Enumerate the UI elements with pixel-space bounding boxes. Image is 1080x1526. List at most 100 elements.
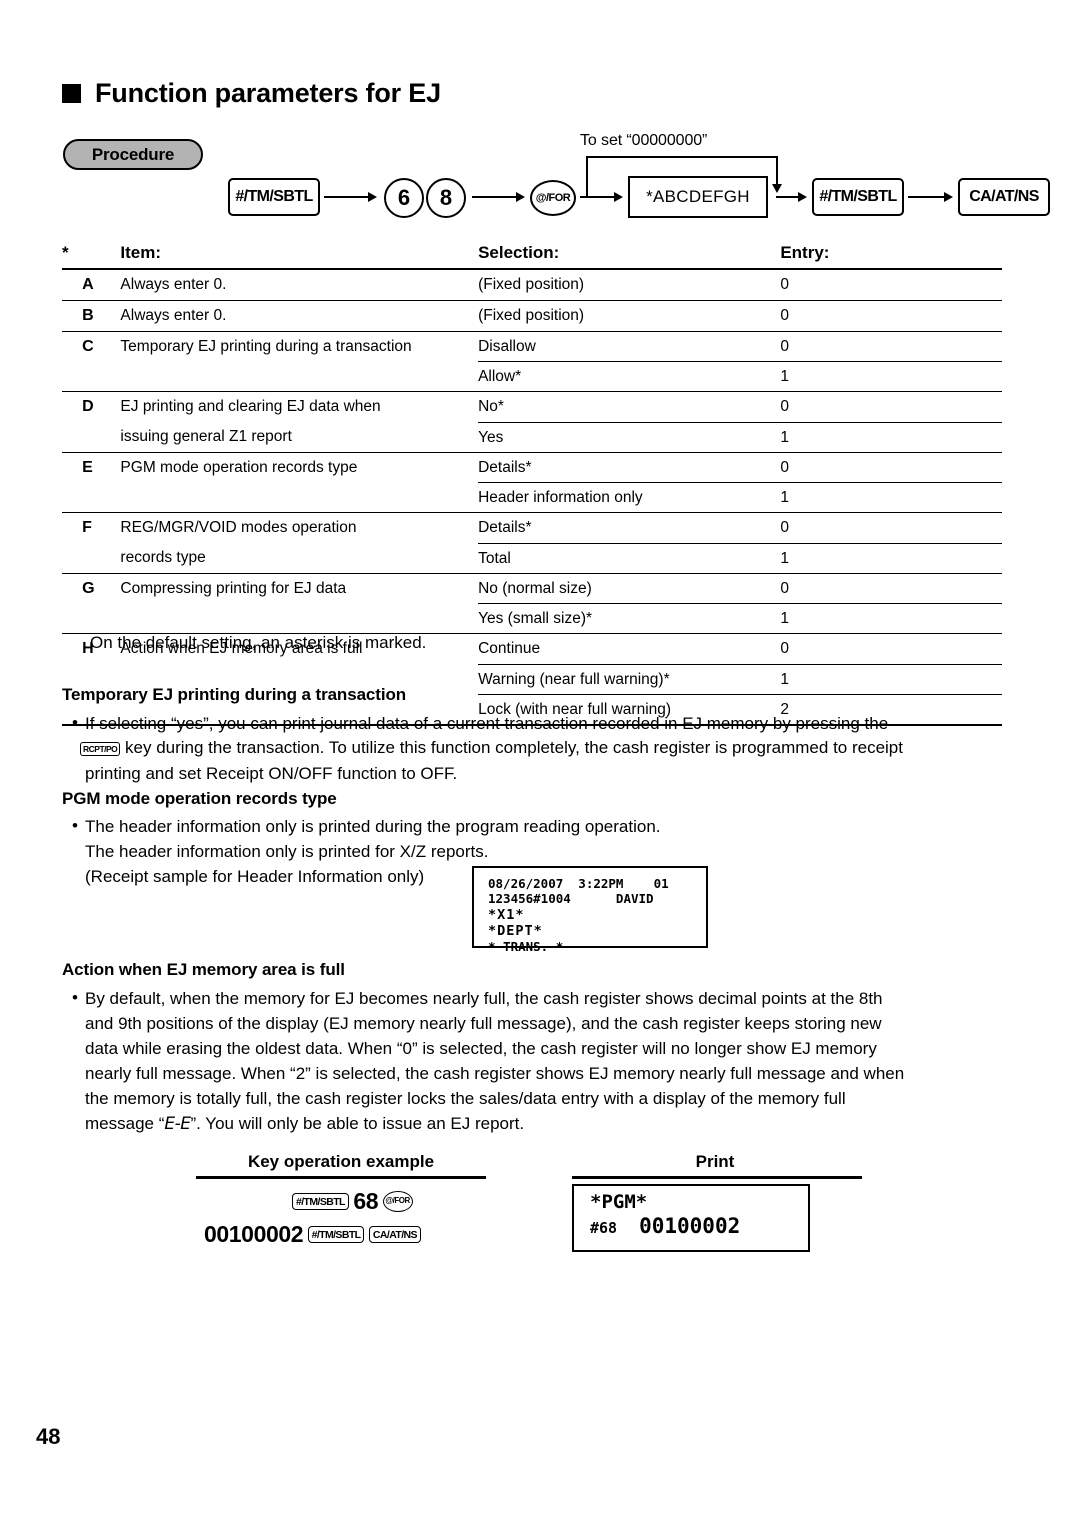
rcpt-po-key-icon: RCPT/PO [80, 742, 121, 756]
section-title-memory-full: Action when EJ memory area is full [62, 960, 345, 979]
key-at-for-row1: @/FOR [382, 1191, 413, 1212]
flow-key-6: 6 [384, 178, 424, 218]
procedure-flow-diagram: #/TM/SBTL 6 8 @/FOR To set “00000000” *A… [228, 132, 1050, 228]
paragraph-pgm-line2: The header information only is printed f… [85, 842, 489, 861]
row-f-entry-2: 1 [780, 543, 1002, 574]
row-c-selection-2: Allow* [478, 361, 781, 393]
row-e-letter-2 [82, 482, 121, 514]
row-h-entry-2: 1 [780, 664, 1002, 695]
row-b-item: Always enter 0. [120, 300, 479, 332]
row-d-item: EJ printing and clearing EJ data when [120, 398, 381, 416]
key-ca-at-ns-row2: CA/AT/NS [368, 1226, 421, 1243]
row-a-letter: A [82, 269, 121, 301]
row-e-selection-2: Header information only [478, 482, 781, 514]
memory-line6-post: ”. You will only be able to issue an EJ … [190, 1114, 525, 1133]
row-g-star [62, 573, 82, 603]
row-d-letter-2 [82, 422, 121, 453]
procedure-badge: Procedure [63, 139, 203, 170]
page-number: 48 [36, 1424, 61, 1449]
flow-bypass-top [586, 156, 778, 158]
print-sample-line-2: #68 00100002 [590, 1214, 808, 1240]
header-entry: Entry: [780, 243, 1002, 270]
print-sample-line-1: *PGM* [590, 1191, 648, 1213]
row-f-star [62, 513, 82, 543]
paragraph-memory-line2: and 9th positions of the display (EJ mem… [85, 1014, 882, 1033]
table-row: F REG/MGR/VOID modes operation Details* … [62, 512, 1002, 544]
row-f-selection-2: Total [478, 543, 781, 574]
row-f-selection-1: Details* [478, 512, 781, 544]
row-g-star-2 [62, 603, 83, 635]
row-f-entry-1: 0 [780, 512, 1002, 544]
bullet-pgm-records: • [72, 816, 78, 835]
print-sample-box: *PGM* #68 00100002 [572, 1184, 810, 1252]
flow-arrow-2-head [516, 192, 525, 202]
receipt-line-5: * TRANS. * [488, 939, 564, 955]
row-d-letter: D [82, 398, 94, 416]
paragraph-memory-line4: nearly full message. When “2” is selecte… [85, 1064, 905, 1083]
flow-bypass-arrow-head [772, 184, 782, 193]
row-h-entry-1: 0 [780, 633, 1002, 665]
header-item: Item: [120, 243, 479, 270]
section-title-pgm-records: PGM mode operation records type [62, 789, 337, 808]
row-d-selection-1: No* [478, 391, 781, 423]
flow-key-ca-at-ns: CA/AT/NS [958, 178, 1050, 216]
print-title: Print [695, 1152, 735, 1171]
row-c-entry-2: 1 [780, 361, 1002, 393]
row-c-star-2 [62, 361, 83, 393]
flow-box-abcdefgh: *ABCDEFGH [628, 176, 768, 218]
row-e-selection-1: Details* [478, 452, 781, 484]
receipt-line-2: 123456#1004 DAVID [488, 891, 654, 907]
row-h-selection-1: Continue [478, 633, 781, 665]
row-c-item: Temporary EJ printing during a transacti… [120, 337, 412, 355]
flow-to-set-label: To set “00000000” [580, 132, 708, 149]
row-e-item-2 [120, 482, 479, 514]
print-rule [572, 1176, 862, 1179]
table-row: G Compressing printing for EJ data No (n… [62, 573, 1002, 605]
row-c-selection-1: Disallow [478, 331, 781, 362]
key-operation-rule [196, 1176, 486, 1179]
key-tm-sbtl-row2: #/TM/SBTL [307, 1226, 365, 1243]
bullet-square-icon [62, 84, 81, 103]
flow-key-tm-sbtl-1: #/TM/SBTL [228, 178, 320, 216]
row-g-letter-2 [82, 603, 121, 635]
header-selection: Selection: [478, 243, 781, 270]
row-c-letter: C [82, 337, 94, 355]
row-d-item-2: issuing general Z1 report [120, 422, 479, 453]
row-d-entry-2: 1 [780, 422, 1002, 453]
row-a-item: Always enter 0. [120, 269, 479, 301]
row-h-star [62, 634, 82, 664]
page-title-text: Function parameters for EJ [95, 78, 441, 108]
flow-key-at-for: @/FOR [530, 180, 576, 216]
paragraph-pgm-line1: The header information only is printed d… [85, 817, 661, 836]
row-a-entry: 0 [780, 269, 1002, 301]
flow-arrow-2 [472, 196, 518, 198]
row-g-entry-1: 0 [780, 573, 1002, 605]
row-h-selection-2: Warning (near full warning)* [478, 664, 781, 695]
key-tm-sbtl-row1: #/TM/SBTL [292, 1193, 349, 1210]
table-row: A Always enter 0. (Fixed position) 0 [62, 269, 1002, 301]
flow-arrow-5 [908, 196, 946, 198]
table-row: C Temporary EJ printing during a transac… [62, 331, 1002, 362]
row-f-item-2: records type [120, 543, 479, 574]
flow-arrow-3-head [614, 192, 623, 202]
key-operation-row-1: #/TM/SBTL 68 @/FOR [292, 1188, 413, 1215]
flow-bypass-left-vertical [586, 156, 588, 197]
table-footnote: On the default setting, an asterisk is m… [90, 633, 427, 652]
key-number-68: 68 [353, 1188, 379, 1214]
flow-arrow-1-head [368, 192, 377, 202]
key-number-00100002: 00100002 [204, 1221, 304, 1247]
row-b-entry: 0 [780, 300, 1002, 332]
memory-line6-pre: message “ [85, 1114, 165, 1133]
row-b-star [62, 300, 83, 332]
row-g-item-2 [120, 603, 479, 635]
row-f-star-2 [62, 543, 83, 574]
row-e-item: PGM mode operation records type [120, 458, 358, 476]
paragraph-temporary-ej-line1: If selecting “yes”, you can print journa… [85, 714, 889, 733]
paragraph-memory-line5: the memory is totally full, the cash reg… [85, 1089, 846, 1108]
print-sample-value: 00100002 [639, 1214, 741, 1239]
paragraph-temporary-ej-line3: printing and set Receipt ON/OFF function… [85, 764, 458, 783]
row-d-selection-2: Yes [478, 422, 781, 453]
flow-bypass-right-vertical [776, 156, 778, 186]
paragraph-temporary-ej-line2-text: key during the transaction. To utilize t… [125, 738, 903, 757]
parameters-table: * Item: Selection: Entry: A Always enter… [62, 243, 1002, 727]
